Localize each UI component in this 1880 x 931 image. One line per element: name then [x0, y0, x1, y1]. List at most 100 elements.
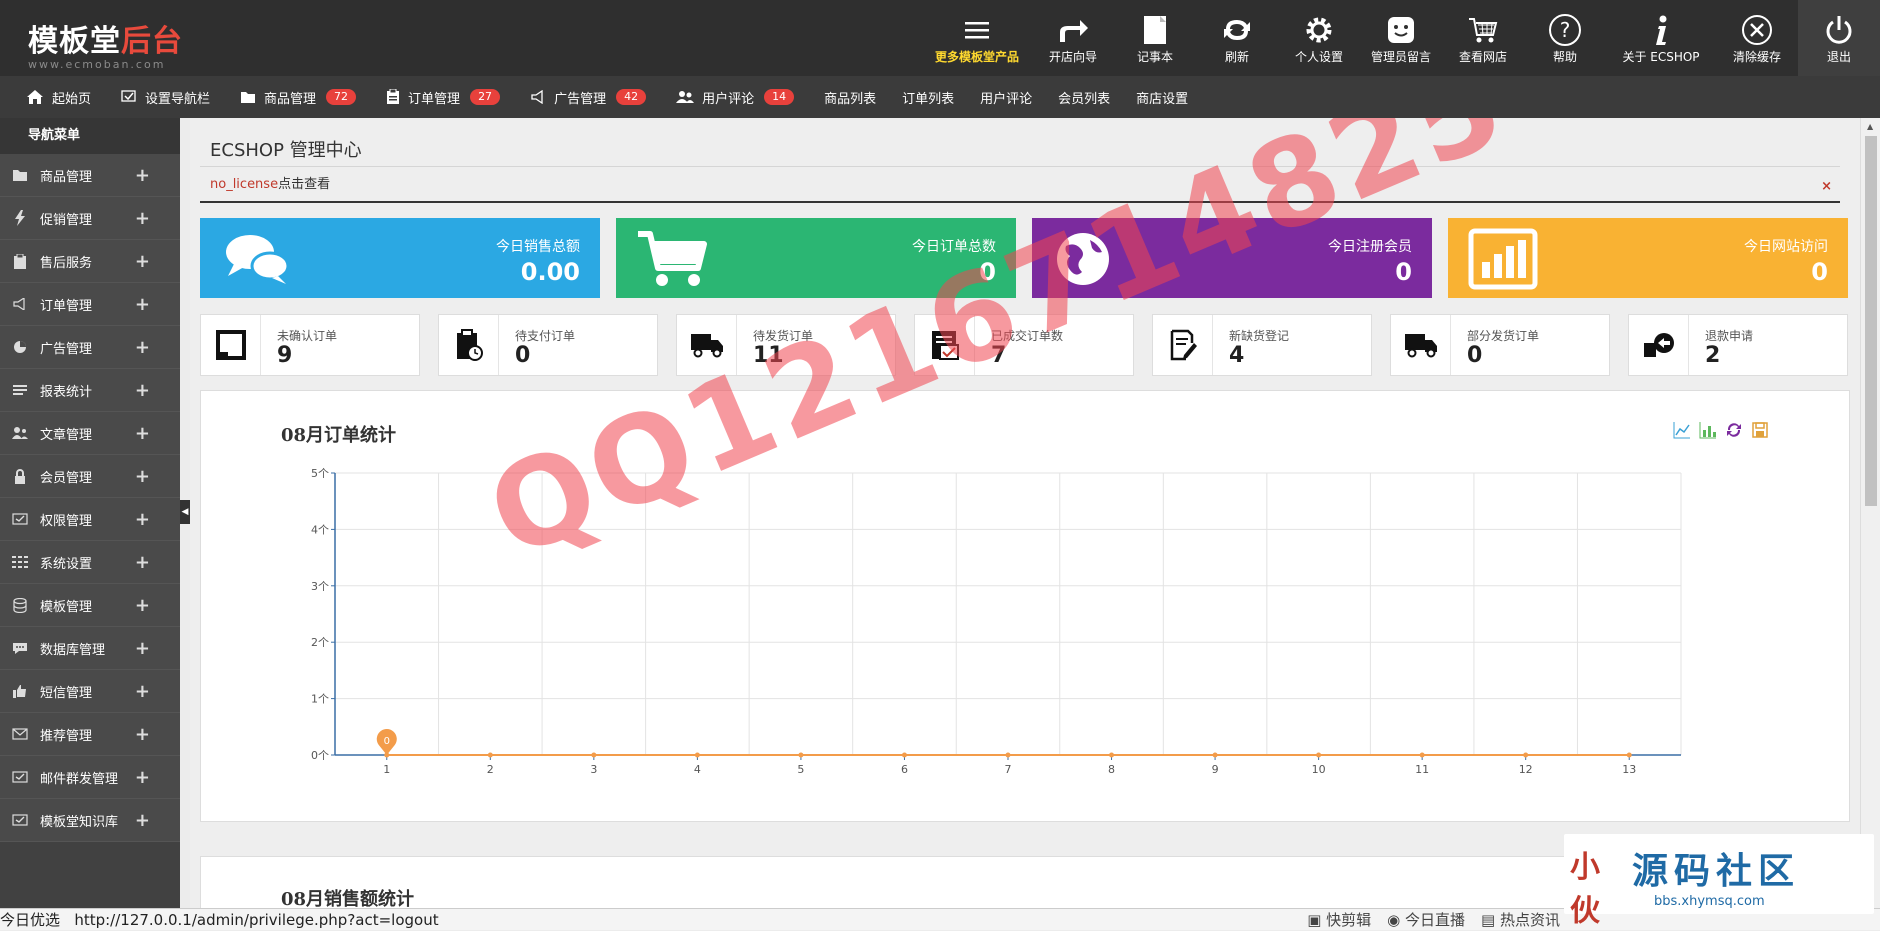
top-more-products[interactable]: 更多模板堂产品: [922, 0, 1032, 76]
card-pending-shipment[interactable]: 待发货订单 11: [676, 314, 896, 376]
scrollbar-thumb[interactable]: [1865, 136, 1877, 506]
expand-icon[interactable]: +: [135, 165, 150, 186]
notice-text[interactable]: 点击查看: [278, 177, 330, 192]
top-shop-guide[interactable]: 开店向导: [1032, 0, 1114, 76]
nav-link-user-comments[interactable]: 用户评论: [980, 88, 1032, 107]
top-notepad[interactable]: 记事本: [1114, 0, 1196, 76]
expand-icon[interactable]: +: [135, 423, 150, 444]
stat-site-visits[interactable]: 今日网站访问 0: [1448, 218, 1848, 298]
sidebar-item-mass-mail[interactable]: 邮件群发管理 +: [0, 756, 180, 799]
expand-icon[interactable]: +: [135, 251, 150, 272]
stat-sales-total[interactable]: 今日销售总额 0.00: [200, 218, 600, 298]
status-quick-edit[interactable]: ▣ 快剪辑: [1307, 909, 1371, 931]
lightning-icon: [12, 210, 28, 226]
nav-ads[interactable]: 广告管理 42: [530, 88, 647, 107]
nav-orders[interactable]: 订单管理 27: [386, 88, 501, 107]
nav-comments[interactable]: 用户评论 14: [676, 88, 795, 107]
sidebar-collapse-handle[interactable]: ◀: [180, 500, 190, 524]
help-icon: ?: [1548, 12, 1582, 48]
forward-arrow-icon: [1056, 12, 1090, 48]
expand-icon[interactable]: +: [135, 767, 150, 788]
sidebar-item-sms[interactable]: 短信管理 +: [0, 670, 180, 713]
card-stockout-registrations[interactable]: 新缺货登记 4: [1152, 314, 1372, 376]
nav-link-goods-list[interactable]: 商品列表: [824, 88, 876, 107]
expand-icon[interactable]: +: [135, 380, 150, 401]
top-refresh[interactable]: 刷新: [1196, 0, 1278, 76]
megaphone-icon: [530, 90, 546, 104]
page-title: ECSHOP 管理中心: [210, 140, 362, 161]
lock-icon: [12, 468, 28, 484]
top-view-shop[interactable]: 查看网店: [1442, 0, 1524, 76]
card-refund-requests[interactable]: 退款申请 2: [1628, 314, 1848, 376]
checkbox-icon: [121, 90, 137, 104]
sidebar-item-database[interactable]: 数据库管理 +: [0, 627, 180, 670]
expand-icon[interactable]: +: [135, 552, 150, 573]
data-point: [591, 752, 597, 758]
sidebar-item-reports[interactable]: 报表统计 +: [0, 369, 180, 412]
top-personal-settings[interactable]: 个人设置: [1278, 0, 1360, 76]
data-point: [487, 752, 493, 758]
top-bar: 模板堂后台 www.ecmoban.com 更多模板堂产品 开店向导 记事本 刷…: [0, 0, 1880, 76]
sidebar-item-knowledge[interactable]: 模板堂知识库 +: [0, 799, 180, 842]
scroll-up-icon[interactable]: ▲: [1867, 122, 1873, 131]
nav-goods[interactable]: 商品管理 72: [240, 88, 357, 107]
expand-icon[interactable]: +: [135, 294, 150, 315]
truck-icon: [677, 315, 737, 375]
expand-icon[interactable]: +: [135, 724, 150, 745]
sidebar-item-label: 模板管理: [40, 599, 93, 615]
sidebar-item-articles[interactable]: 文章管理 +: [0, 412, 180, 455]
nav-home[interactable]: 起始页: [26, 88, 91, 107]
data-point: [694, 752, 700, 758]
sidebar-item-recommend[interactable]: 推荐管理 +: [0, 713, 180, 756]
status-news[interactable]: ▤ 热点资讯: [1481, 909, 1560, 931]
sidebar-item-ads[interactable]: 广告管理 +: [0, 326, 180, 369]
top-help[interactable]: ? 帮助: [1524, 0, 1606, 76]
close-icon[interactable]: ×: [1821, 175, 1832, 199]
sidebar-item-permissions[interactable]: 权限管理 +: [0, 498, 180, 541]
top-nav-label: 帮助: [1552, 49, 1577, 64]
sidebar-item-aftersale[interactable]: 售后服务 +: [0, 240, 180, 283]
card-unconfirmed-orders[interactable]: 未确认订单 9: [200, 314, 420, 376]
card-completed-orders[interactable]: 已成交订单数 7: [914, 314, 1134, 376]
expand-icon[interactable]: +: [135, 466, 150, 487]
order-line-chart: 0个1个2个3个4个5个1 2 3 4 5 6 7 8 9 10 11 12 130: [311, 467, 1682, 776]
card-pending-payment[interactable]: 待支付订单 0: [438, 314, 658, 376]
expand-icon[interactable]: +: [135, 681, 150, 702]
expand-icon[interactable]: +: [135, 509, 150, 530]
top-nav-label: 开店向导: [1048, 49, 1097, 64]
expand-icon[interactable]: +: [135, 638, 150, 659]
top-admin-message[interactable]: 管理员留言: [1360, 0, 1442, 76]
nav-label: 商品管理: [264, 91, 317, 107]
sidebar-item-label: 邮件群发管理: [40, 771, 119, 787]
top-nav-label: 管理员留言: [1370, 49, 1431, 64]
sidebar-item-promotion[interactable]: 促销管理 +: [0, 197, 180, 240]
check-monitor-icon: [12, 812, 28, 828]
sidebar-item-system[interactable]: 系统设置 +: [0, 541, 180, 584]
top-clear-cache[interactable]: 清除缓存: [1716, 0, 1798, 76]
expand-icon[interactable]: +: [135, 595, 150, 616]
top-logout[interactable]: 退出: [1798, 0, 1880, 76]
nav-link-shop-settings[interactable]: 商店设置: [1136, 88, 1188, 107]
status-live[interactable]: ◉ 今日直播: [1387, 909, 1465, 931]
expand-icon[interactable]: +: [135, 810, 150, 831]
stat-orders-total[interactable]: 今日订单总数 0: [616, 218, 1016, 298]
stat-new-members[interactable]: 今日注册会员 0: [1032, 218, 1432, 298]
nav-label: 设置导航栏: [145, 91, 211, 107]
license-link[interactable]: no_license: [210, 177, 278, 192]
top-nav-label: 更多模板堂产品: [934, 49, 1019, 64]
sidebar-item-orders[interactable]: 订单管理 +: [0, 283, 180, 326]
sidebar-item-goods[interactable]: 商品管理 +: [0, 154, 180, 197]
logo[interactable]: 模板堂后台 www.ecmoban.com: [28, 16, 183, 71]
page-scrollbar[interactable]: ▲ ▼: [1860, 118, 1880, 910]
stat-value: 0: [979, 258, 996, 286]
top-nav-label: 刷新: [1224, 49, 1249, 64]
top-about[interactable]: 关于 ECSHOP: [1606, 0, 1716, 76]
sidebar-item-members[interactable]: 会员管理 +: [0, 455, 180, 498]
sidebar-item-templates[interactable]: 模板管理 +: [0, 584, 180, 627]
nav-settings[interactable]: 设置导航栏: [121, 88, 210, 107]
expand-icon[interactable]: +: [135, 208, 150, 229]
nav-link-member-list[interactable]: 会员列表: [1058, 88, 1110, 107]
nav-link-order-list[interactable]: 订单列表: [902, 88, 954, 107]
expand-icon[interactable]: +: [135, 337, 150, 358]
card-partial-shipment[interactable]: 部分发货订单 0: [1390, 314, 1610, 376]
